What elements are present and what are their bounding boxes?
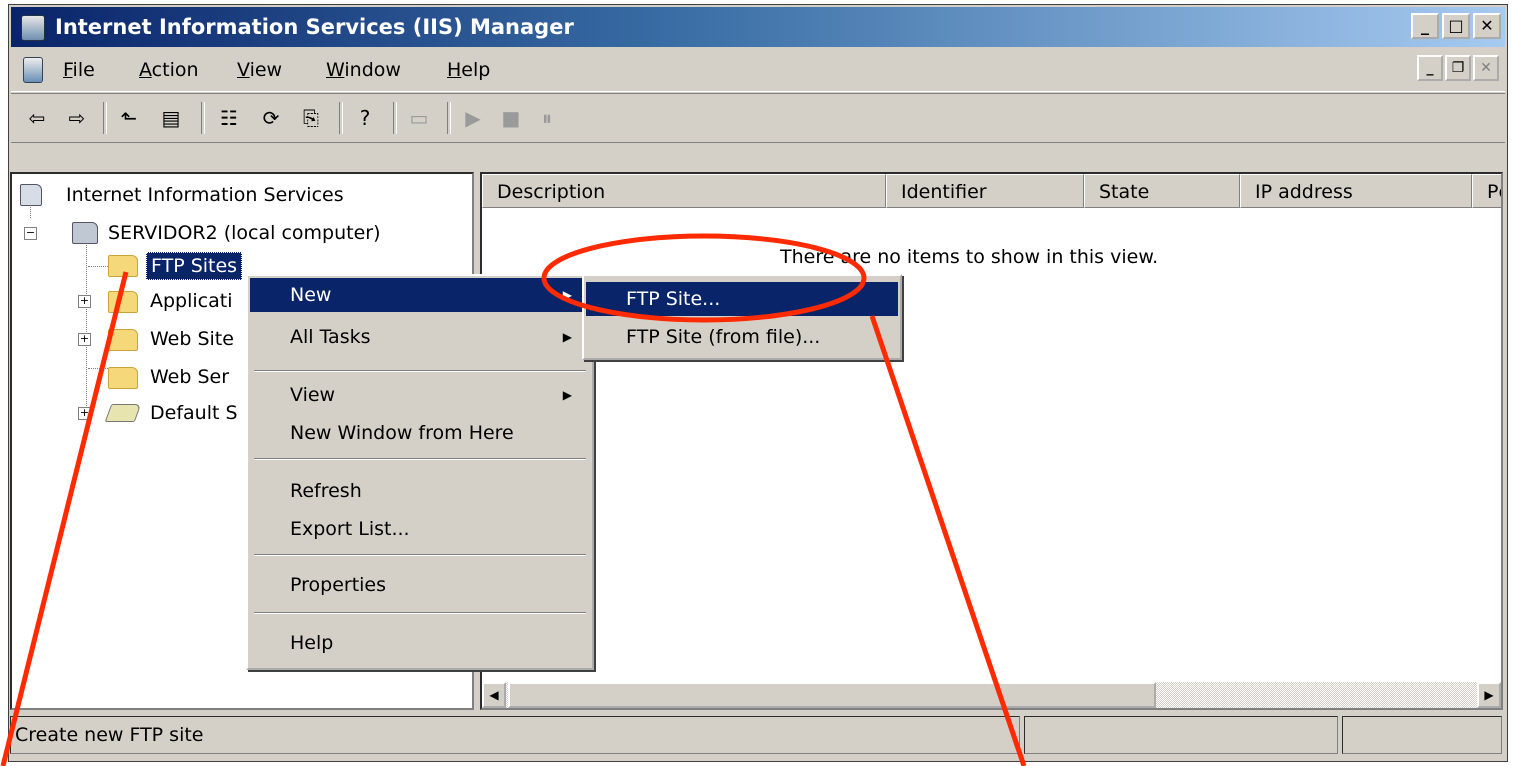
- column-header-description[interactable]: Description: [482, 174, 886, 208]
- context-item-label: View: [290, 384, 336, 406]
- maximize-button[interactable]: □: [1442, 13, 1470, 39]
- context-item-label: Refresh: [290, 480, 362, 502]
- context-item-export-list[interactable]: Export List...: [250, 512, 590, 546]
- empty-list-message: There are no items to show in this view.: [780, 246, 1159, 268]
- context-item-label: Export List...: [290, 518, 410, 540]
- context-item-label: All Tasks: [290, 326, 371, 348]
- menu-separator: [254, 458, 586, 460]
- tree-server-label: SERVIDOR2 (local computer): [108, 222, 381, 244]
- status-bar: Create new FTP site: [10, 716, 1509, 756]
- tree-item-label: Web Ser: [150, 366, 230, 388]
- horizontal-scrollbar[interactable]: ◀ ▶: [482, 682, 1501, 708]
- tree-line: [30, 204, 31, 218]
- smtp-icon: [104, 404, 142, 422]
- server-icon: [72, 222, 98, 244]
- tree-item-label: FTP Sites: [146, 252, 243, 280]
- refresh-icon[interactable]: ⟳: [257, 104, 285, 132]
- minimize-button[interactable]: _: [1411, 13, 1439, 39]
- submenu-arrow-icon: ▶: [562, 330, 572, 344]
- window-title: Internet Information Services (IIS) Mana…: [55, 15, 574, 39]
- context-item-new-window[interactable]: New Window from Here: [250, 416, 590, 450]
- tree-root-label: Internet Information Services: [66, 184, 344, 206]
- list-header: Description Identifier State IP address …: [482, 174, 1501, 210]
- tree-item-label: Web Site: [150, 328, 234, 350]
- mmc-doc-icon[interactable]: [23, 57, 43, 83]
- expand-icon[interactable]: +: [78, 295, 91, 308]
- list-pane[interactable]: Description Identifier State IP address …: [480, 172, 1503, 710]
- help-icon[interactable]: ?: [351, 104, 379, 132]
- submenu-item-label: FTP Site (from file)...: [626, 326, 821, 348]
- export-list-icon[interactable]: ⎘: [297, 104, 325, 132]
- folder-icon: [108, 329, 138, 351]
- column-header-state[interactable]: State: [1084, 174, 1240, 208]
- scroll-thumb[interactable]: [508, 682, 1156, 708]
- back-icon[interactable]: ⇦: [23, 104, 51, 132]
- context-item-refresh[interactable]: Refresh: [250, 474, 590, 508]
- forward-icon[interactable]: ⇨: [63, 104, 91, 132]
- submenu-item-ftp-site[interactable]: FTP Site...: [586, 282, 898, 316]
- submenu-item-ftp-site-from-file[interactable]: FTP Site (from file)...: [586, 320, 898, 354]
- context-item-all-tasks[interactable]: All Tasks ▶: [250, 320, 590, 354]
- scroll-left-icon[interactable]: ◀: [482, 682, 506, 708]
- scroll-right-icon[interactable]: ▶: [1477, 682, 1501, 708]
- tree-item-label: Applicati: [150, 290, 233, 312]
- context-item-label: Help: [290, 632, 334, 654]
- expand-icon[interactable]: +: [78, 407, 91, 420]
- context-item-view[interactable]: View ▶: [250, 378, 590, 412]
- show-hide-tree-icon[interactable]: ▤: [157, 104, 185, 132]
- context-item-label: New: [290, 284, 332, 306]
- column-header-port[interactable]: Pc: [1472, 174, 1501, 208]
- toolbar-separator: [201, 102, 205, 134]
- context-menu: New ▶ All Tasks ▶ View ▶ New Window from…: [246, 274, 594, 670]
- submenu-arrow-icon: ▶: [562, 388, 572, 402]
- menu-bar: File Action View Window Help _ ❐ ✕: [11, 49, 1505, 92]
- status-text: Create new FTP site: [10, 716, 1020, 754]
- menu-window[interactable]: Window: [326, 59, 401, 81]
- column-header-ip-address[interactable]: IP address: [1240, 174, 1472, 208]
- status-panel: [1024, 716, 1338, 754]
- title-bar[interactable]: Internet Information Services (IIS) Mana…: [11, 7, 1505, 47]
- expand-icon[interactable]: +: [78, 333, 91, 346]
- close-button[interactable]: ✕: [1473, 13, 1501, 39]
- menu-separator: [254, 370, 586, 372]
- context-item-label: New Window from Here: [290, 422, 514, 444]
- context-item-new[interactable]: New ▶: [250, 278, 590, 312]
- pause-icon[interactable]: ⏸: [533, 104, 561, 132]
- status-panel: [1342, 716, 1502, 754]
- menu-help[interactable]: Help: [447, 59, 490, 81]
- properties-icon[interactable]: ☷: [215, 104, 243, 132]
- menu-separator: [254, 612, 586, 614]
- submenu-item-label: FTP Site...: [626, 288, 721, 310]
- mdi-restore-button[interactable]: ❐: [1445, 55, 1471, 81]
- folder-icon: [108, 291, 138, 313]
- mdi-close-button[interactable]: ✕: [1473, 55, 1499, 81]
- toolbar: ⇦ ⇨ ⬑ ▤ ☷ ⟳ ⎘ ? ▭ ▶ ■ ⏸: [11, 93, 1505, 143]
- new-submenu: FTP Site... FTP Site (from file)...: [582, 274, 902, 360]
- toolbar-separator: [339, 102, 343, 134]
- up-level-icon[interactable]: ⬑: [115, 104, 143, 132]
- toolbar-separator: [447, 102, 451, 134]
- context-item-label: Properties: [290, 574, 387, 596]
- submenu-arrow-icon: ▶: [562, 288, 572, 302]
- toolbar-separator: [393, 102, 397, 134]
- stop-icon[interactable]: ■: [497, 104, 525, 132]
- toolbar-separator: [103, 102, 107, 134]
- play-icon[interactable]: ▶: [459, 104, 487, 132]
- collapse-icon[interactable]: −: [24, 227, 37, 240]
- iis-app-icon: [21, 15, 45, 41]
- mdi-minimize-button[interactable]: _: [1417, 55, 1443, 81]
- iis-root-icon: [20, 184, 42, 206]
- menu-view[interactable]: View: [237, 59, 282, 81]
- context-item-properties[interactable]: Properties: [250, 568, 590, 602]
- computer-icon[interactable]: ▭: [405, 104, 433, 132]
- folder-icon: [108, 367, 138, 389]
- menu-action[interactable]: Action: [139, 59, 199, 81]
- tree-server[interactable]: − SERVIDOR2 (local computer): [16, 220, 456, 246]
- column-header-identifier[interactable]: Identifier: [886, 174, 1084, 208]
- tree-item-label: Default S: [150, 402, 238, 424]
- menu-file[interactable]: File: [63, 59, 95, 81]
- menu-separator: [254, 554, 586, 556]
- context-item-help[interactable]: Help: [250, 626, 590, 660]
- folder-icon: [108, 255, 138, 277]
